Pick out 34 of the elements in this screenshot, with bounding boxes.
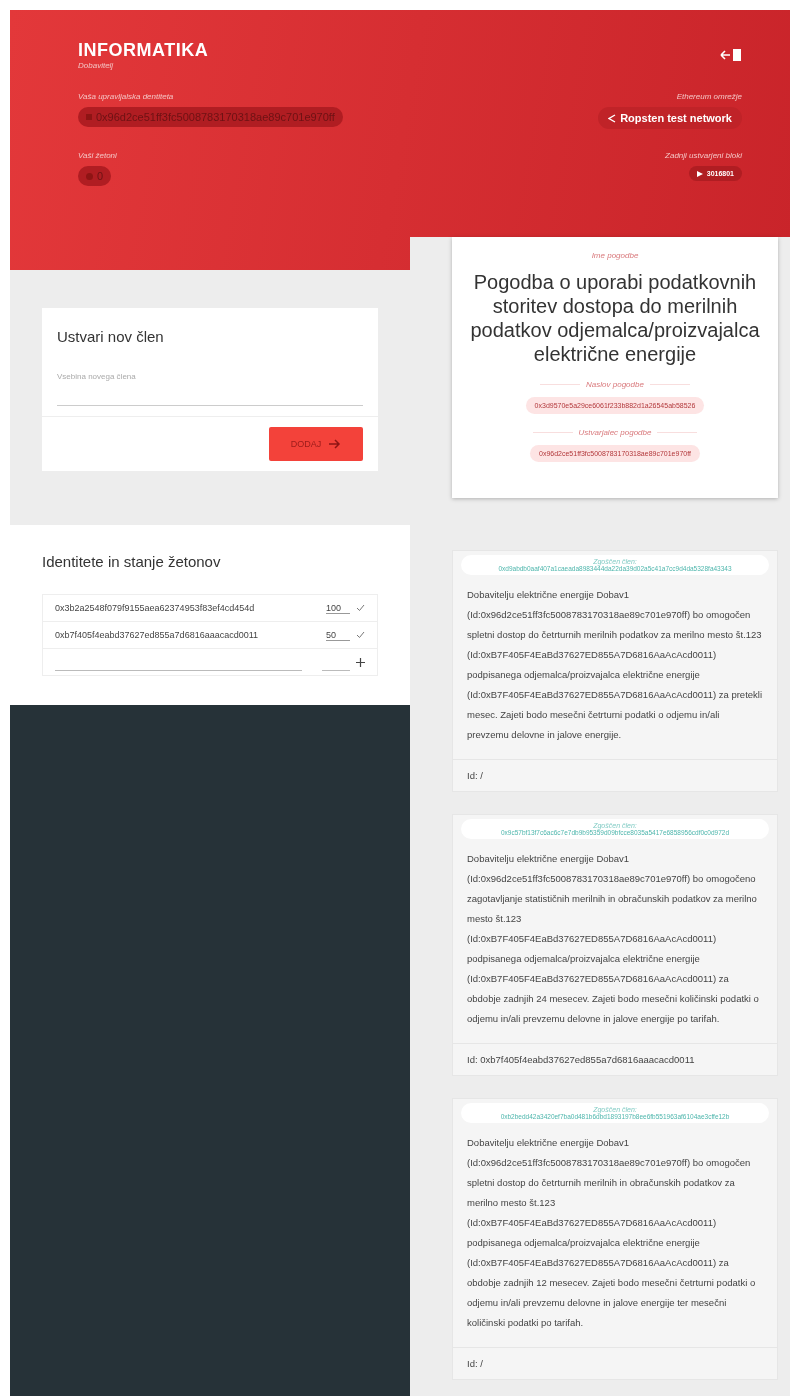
member-text: Dobavitelju električne energije Dobav1 (Id:0x96d2ce51ff3fc5008783170318ae89c701e970ff) bo omogočen spletni dostop do četrturnih merilnih in obračunskih podatkov za merilno mesto št.123 (Id:0xB7F405F4EaBd37627ED855A7D6816AaAcAcd0011) podpisanega odjemalca/proizvajalca električne energije (Id:0xB7F405F4EaBd37627ED855A7D6816AaAcAcd0011) za obdobje zadnjih 12 mesecev. Zajeti bodo mesečni četrturni podatki o odjemu in/ali prevzemu delovne in jalove energije ter mesečni količinski podatki po tarifah. (467, 1136, 757, 1330)
identity-chip: 0x96d2ce51ff3fc5008783170318ae89c701e970ff (78, 107, 343, 127)
contract-address-label: Naslov pogodbe (586, 380, 644, 389)
member-id: Id: 0xb7f405f4eabd37627ed855a7d6816aaacacd0011 (467, 1054, 695, 1065)
contract-title: Pogodba o uporabi podatkovnih storitev dostopa do merilnih podatkov odjemalca/proizvajalca električne energije (469, 270, 761, 366)
flag-icon (86, 114, 92, 120)
role-label: Dobavitelj (78, 61, 115, 70)
arrow-icon (329, 439, 342, 449)
identity-address: 0x3b2a2548f079f9155aea62374953f83ef4cd454d (55, 603, 256, 613)
member-content-field[interactable]: Vsebina novega člena (57, 372, 363, 406)
card-title: Ustvari nov člen (57, 328, 165, 345)
coin-icon (86, 172, 93, 180)
check-icon[interactable] (356, 631, 365, 639)
network-chip: Ropsten test network (598, 107, 742, 129)
contract-name-label: Ime pogodbe (591, 251, 639, 260)
token-amount-field[interactable]: 50 (326, 629, 350, 641)
network-label: Ethereum omrežje (676, 92, 742, 101)
token-amount-field[interactable]: 100 (326, 602, 350, 614)
section-title: Identitete in stanje žetonov (42, 553, 222, 570)
contract-creator-label: Ustvarjalec pogodbe (578, 428, 652, 437)
member-id: Id: / (467, 1358, 483, 1369)
member-text: Dobavitelju električne energije Dobav1 (Id:0x96d2ce51ff3fc5008783170318ae89c701e970ff) bo omogočeno zagotavljanje statističnih merilnih in obračunskih podatkov za merilno mesto št.123 (Id:0xB7F405F4EaBd37627ED855A7D6816AaAcAcd0011) podpisanega odjemalca/proizvajalca električne energije (Id:0xB7F405F4EaBd37627ED855A7D6816AaAcAcd0011) za obdobje zadnjih 24 mesecev. Zajeti bodo mesečni količinski podatki o odjemu in/ali prevzemu delovne in jalove energije po tarifah. (467, 852, 760, 1026)
logo-text: INFORMATIKA (78, 40, 209, 61)
logout-icon (720, 48, 742, 62)
identity-label: Vaša upravljalska dentiteta (78, 92, 174, 101)
block-label: Zadnji ustvarjeni bloki (665, 151, 742, 160)
member-text: Dobavitelju električne energije Dobav1 (Id:0x96d2ce51ff3fc5008783170318ae89c701e970ff) bo omogočen spletni dostop do četrturnih merilnih podatkov za merilno mesto št.123 (Id:0xB7F405F4EaBd37627ED855A7D6816AaAcAcd0011) podpisanega odjemalca/proizvajalca električne energije (Id:0xB7F405F4EaBd37627ED855A7D6816AaAcAcd0011) za pretekli mesec. Zajeti bodo mesečni četrturni podatki o odjemu in/ali prevzemu delovne in jalove energije. (467, 588, 763, 742)
identity-address: 0xb7f405f4eabd37627ed855a7d6816aaacacd0011 (55, 630, 260, 640)
check-icon[interactable] (356, 604, 365, 612)
member-id: Id: / (467, 770, 483, 781)
block-icon (696, 170, 703, 177)
share-icon (608, 113, 617, 123)
tokens-label: Vaši žetoni (78, 151, 117, 160)
plus-icon[interactable] (356, 657, 365, 667)
